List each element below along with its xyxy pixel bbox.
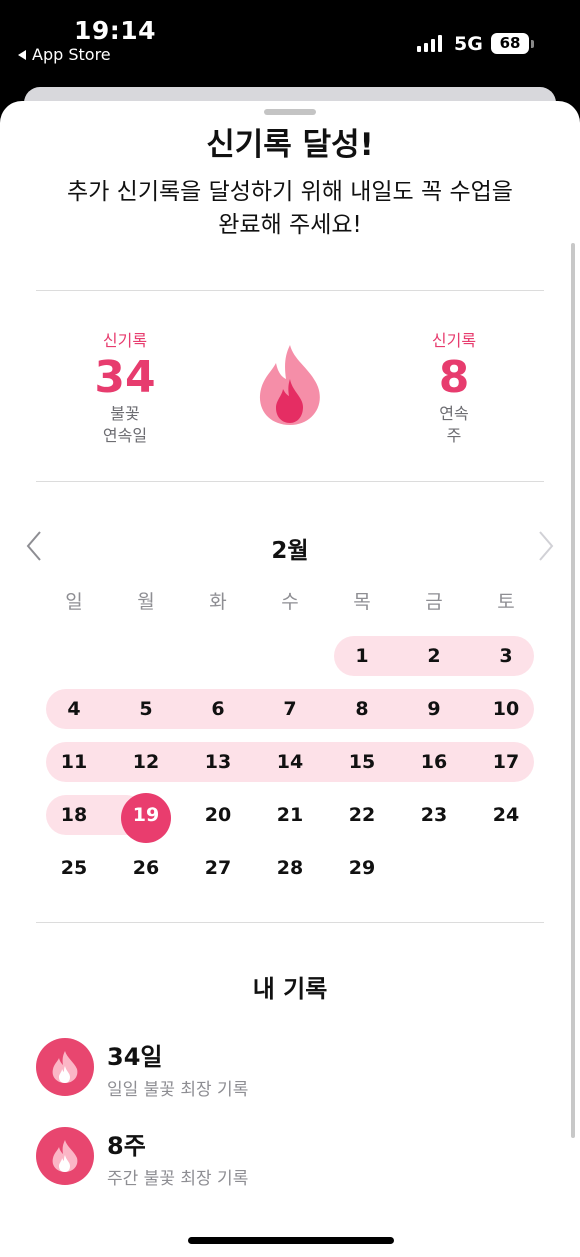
stat-desc-line2: 주 <box>446 426 462 445</box>
calendar-day[interactable]: 3 <box>481 636 531 676</box>
stat-week-streak: 신기록 8 연속 주 <box>374 327 534 447</box>
stat-value: 8 <box>438 352 470 403</box>
streak-sheet: 신기록 달성! 추가 신기록을 달성하기 위해 내일도 꼭 수업을 완료해 주세… <box>0 101 580 1257</box>
stat-value: 34 <box>94 352 156 403</box>
calendar-day[interactable]: 14 <box>265 742 315 782</box>
calendar-day[interactable]: 21 <box>265 795 315 835</box>
weekday-mon: 월 <box>137 591 155 613</box>
weekday-tue: 화 <box>209 591 227 613</box>
calendar-day[interactable]: 8 <box>337 689 387 729</box>
calendar-day[interactable]: 15 <box>337 742 387 782</box>
weekday-sat: 토 <box>497 591 515 613</box>
record-value: 8주 <box>107 1132 146 1160</box>
stat-desc-line1: 불꽃 <box>110 404 140 423</box>
page-title: 신기록 달성! <box>206 127 374 163</box>
record-desc: 일일 불꽃 최장 기록 <box>107 1080 249 1100</box>
network-type: 5G <box>454 33 483 55</box>
calendar-day[interactable]: 1 <box>337 636 387 676</box>
status-time: 19:14 <box>74 16 157 45</box>
record-desc: 주간 불꽃 최장 기록 <box>107 1169 249 1189</box>
battery-icon: 68 <box>491 33 529 54</box>
cellular-signal-icon <box>417 35 442 52</box>
calendar-day[interactable]: 20 <box>193 795 243 835</box>
calendar-day[interactable]: 27 <box>193 848 243 888</box>
stat-desc-line2: 연속일 <box>102 426 148 445</box>
calendar-month-title: 2월 <box>271 538 309 564</box>
calendar-day[interactable]: 9 <box>409 689 459 729</box>
calendar-day[interactable]: 5 <box>121 689 171 729</box>
calendar-day[interactable]: 16 <box>409 742 459 782</box>
calendar-day[interactable]: 23 <box>409 795 459 835</box>
back-to-app-store-link[interactable]: App Store <box>18 45 111 64</box>
weekday-fri: 금 <box>425 591 443 613</box>
record-value: 34일 <box>107 1043 163 1071</box>
weekday-sun: 일 <box>65 591 83 613</box>
divider <box>36 290 544 291</box>
stat-day-streak: 신기록 34 불꽃 연속일 <box>45 327 205 447</box>
calendar-day[interactable]: 25 <box>49 848 99 888</box>
calendar-day[interactable]: 29 <box>337 848 387 888</box>
calendar-day[interactable]: 12 <box>121 742 171 782</box>
calendar-day[interactable]: 24 <box>481 795 531 835</box>
calendar-day[interactable]: 2 <box>409 636 459 676</box>
calendar-day[interactable]: 17 <box>481 742 531 782</box>
calendar-day[interactable]: 13 <box>193 742 243 782</box>
divider <box>36 922 544 923</box>
calendar-day[interactable]: 28 <box>265 848 315 888</box>
calendar-day[interactable]: 11 <box>49 742 99 782</box>
back-app-label: App Store <box>32 45 111 64</box>
records-title: 내 기록 <box>252 975 328 1003</box>
stat-desc-line1: 연속 <box>439 404 469 423</box>
sheet-grabber[interactable] <box>264 109 316 115</box>
calendar-day[interactable]: 7 <box>265 689 315 729</box>
page-subtitle: 추가 신기록을 달성하기 위해 내일도 꼭 수업을 완료해 주세요! <box>67 179 513 238</box>
home-indicator[interactable] <box>188 1237 394 1244</box>
record-flame-badge <box>36 1038 94 1096</box>
flame-icon <box>52 1051 78 1083</box>
chevron-right-icon[interactable] <box>536 529 556 563</box>
flame-icon <box>52 1140 78 1172</box>
flame-icon <box>259 345 320 425</box>
weekday-wed: 수 <box>281 591 299 613</box>
calendar-day[interactable]: 4 <box>49 689 99 729</box>
calendar-day-today[interactable]: 19 <box>121 795 171 835</box>
calendar-day[interactable]: 10 <box>481 689 531 729</box>
divider <box>36 481 544 482</box>
back-triangle-icon <box>18 49 26 60</box>
battery-nub <box>531 40 534 48</box>
stat-label: 신기록 <box>431 331 477 350</box>
calendar-day[interactable]: 22 <box>337 795 387 835</box>
calendar-day[interactable]: 18 <box>49 795 99 835</box>
calendar-day[interactable]: 6 <box>193 689 243 729</box>
record-flame-badge <box>36 1127 94 1185</box>
stat-label: 신기록 <box>102 331 148 350</box>
calendar-day[interactable]: 26 <box>121 848 171 888</box>
weekday-thu: 목 <box>353 591 371 613</box>
status-bar: 19:14 App Store 5G 68 <box>0 0 580 100</box>
